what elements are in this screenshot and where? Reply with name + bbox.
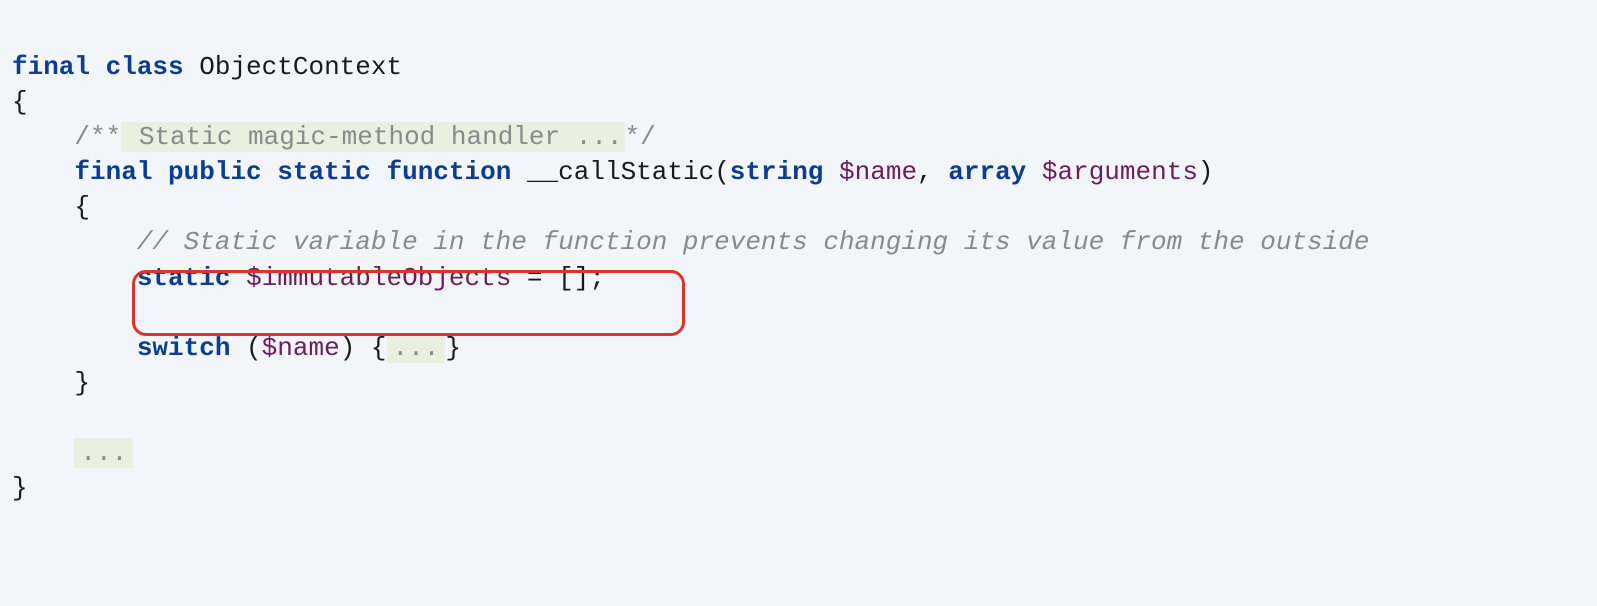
class-name: ObjectContext <box>199 52 402 82</box>
code-line-11: } <box>12 471 1597 506</box>
variable-immutable: $immutableObjects <box>246 263 511 293</box>
doc-comment-text: Static magic-method handler ... <box>121 122 624 152</box>
code-line-4: final public static function __callStati… <box>12 155 1597 190</box>
code-line-8: switch ($name) {...} <box>12 331 1597 366</box>
paren-open: ( <box>230 333 261 363</box>
doc-comment-close: */ <box>625 122 656 152</box>
assignment: = []; <box>511 263 605 293</box>
inline-comment: // Static variable in the function preve… <box>137 227 1370 257</box>
variable-name: $name <box>839 157 917 187</box>
folded-code: ... <box>74 438 133 468</box>
code-line-5: { <box>12 190 1597 225</box>
code-line-empty <box>12 401 1597 436</box>
keyword-string: string <box>730 157 824 187</box>
paren-close: ) <box>340 333 371 363</box>
variable-name: $name <box>262 333 340 363</box>
brace-open: { <box>371 333 387 363</box>
brace-close: } <box>12 473 28 503</box>
brace-open: { <box>12 87 28 117</box>
variable-arguments: $arguments <box>1042 157 1198 187</box>
code-line-1: final class ObjectContext <box>12 50 1597 85</box>
keyword-public: public <box>168 157 262 187</box>
doc-comment-open: /** <box>74 122 121 152</box>
method-name: __callStatic <box>527 157 714 187</box>
keyword-switch: switch <box>137 333 231 363</box>
brace-close: } <box>74 368 90 398</box>
code-line-7: static $immutableObjects = []; <box>12 261 1597 296</box>
keyword-array: array <box>948 157 1026 187</box>
keyword-class: class <box>106 52 184 82</box>
keyword-static: static <box>137 263 231 293</box>
brace-close: } <box>445 333 461 363</box>
paren-open: ( <box>714 157 730 187</box>
comma: , <box>917 157 948 187</box>
code-block: final class ObjectContext { /** Static m… <box>12 50 1597 506</box>
brace-open: { <box>74 192 90 222</box>
code-line-2: { <box>12 85 1597 120</box>
folded-code: ... <box>387 333 446 363</box>
keyword-final: final <box>74 157 152 187</box>
code-line-9: } <box>12 366 1597 401</box>
code-line-3: /** Static magic-method handler ...*/ <box>12 120 1597 155</box>
code-line-empty <box>12 296 1597 331</box>
keyword-function: function <box>387 157 512 187</box>
keyword-static: static <box>277 157 371 187</box>
paren-close: ) <box>1198 157 1214 187</box>
code-line-6: // Static variable in the function preve… <box>12 225 1597 260</box>
keyword-final: final <box>12 52 90 82</box>
code-line-10: ... <box>12 436 1597 471</box>
